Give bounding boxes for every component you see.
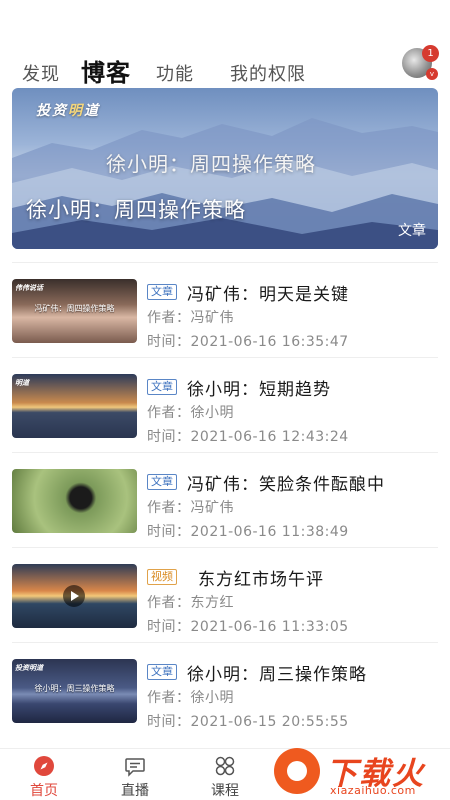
notification-badge: 1	[422, 45, 439, 62]
article-title[interactable]: 东方红市场午评	[198, 565, 324, 590]
tab-blog[interactable]: 博客	[81, 53, 131, 88]
nav-course-label: 课程	[211, 783, 239, 799]
banner-overlay-title: 徐小明：周四操作策略	[106, 152, 316, 176]
list-item[interactable]: 明道 文章 徐小明：短期趋势 作者：徐小明 时间：2021-06-16 12:4…	[12, 357, 438, 452]
thumbnail-text: 徐小明：周三操作策略	[34, 684, 115, 693]
nav-live[interactable]: 直播	[105, 755, 165, 800]
banner-type-label: 文章	[398, 223, 426, 239]
article-author: 作者：徐小明	[147, 405, 234, 421]
article-author: 作者：冯矿伟	[147, 310, 234, 326]
banner-title: 徐小明：周四操作策略	[26, 198, 246, 222]
banner-logo: 投资明道	[36, 103, 100, 119]
article-thumbnail: 伟伟说话 冯矿伟：周四操作策略	[12, 279, 137, 343]
article-author: 作者：冯矿伟	[147, 500, 234, 516]
list-item[interactable]: 伟伟说话 冯矿伟：周四操作策略 文章 冯矿伟：明天是关键 作者：冯矿伟 时间：2…	[12, 262, 438, 357]
list-item[interactable]: 文章 冯矿伟：笑脸条件酝酿中 作者：冯矿伟 时间：2021-06-16 11:3…	[12, 452, 438, 547]
top-tab-bar: 发现 博客 功能 我的权限 1 v	[0, 0, 450, 88]
article-title[interactable]: 徐小明：短期趋势	[187, 375, 331, 400]
article-thumbnail: 投资明道 徐小明：周三操作策略	[12, 659, 137, 723]
tag-badge: 文章	[147, 474, 177, 490]
article-title[interactable]: 冯矿伟：笑脸条件酝酿中	[187, 470, 385, 495]
article-author: 作者：徐小明	[147, 690, 234, 706]
article-author: 作者：东方红	[147, 595, 234, 611]
article-thumbnail	[12, 469, 137, 533]
thumbnail-brand: 明道	[15, 379, 29, 387]
watermark: 下载火 xiazaihuo.com	[270, 744, 450, 800]
article-time: 时间：2021-06-16 12:43:24	[147, 429, 349, 445]
thumbnail-brand: 伟伟说话	[15, 284, 43, 292]
play-icon[interactable]	[63, 585, 85, 607]
article-thumbnail: 明道	[12, 374, 137, 438]
thumbnail-brand: 投资明道	[15, 664, 43, 672]
tab-discover[interactable]: 发现	[22, 60, 60, 86]
article-time: 时间：2021-06-15 20:55:55	[147, 714, 349, 730]
article-time: 时间：2021-06-16 11:33:05	[147, 619, 349, 635]
tag-badge: 视频	[147, 569, 177, 585]
grid-icon	[215, 756, 235, 776]
nav-course[interactable]: 课程	[195, 755, 255, 800]
article-thumbnail	[12, 564, 137, 628]
flame-icon	[274, 748, 320, 794]
article-time: 时间：2021-06-16 16:35:47	[147, 334, 349, 350]
watermark-url: xiazaihuo.com	[330, 784, 416, 797]
tag-badge: 文章	[147, 664, 177, 680]
tab-my-permissions[interactable]: 我的权限	[230, 60, 306, 86]
article-title[interactable]: 冯矿伟：明天是关键	[187, 280, 349, 305]
compass-icon	[34, 756, 54, 776]
thumbnail-text: 冯矿伟：周四操作策略	[34, 304, 115, 313]
nav-live-label: 直播	[121, 783, 149, 799]
article-time: 时间：2021-06-16 11:38:49	[147, 524, 349, 540]
vip-icon: v	[426, 68, 438, 80]
tag-badge: 文章	[147, 284, 177, 300]
list-item[interactable]: 视频 东方红市场午评 作者：东方红 时间：2021-06-16 11:33:05	[12, 547, 438, 642]
list-item[interactable]: 投资明道 徐小明：周三操作策略 文章 徐小明：周三操作策略 作者：徐小明 时间：…	[12, 642, 438, 737]
tag-badge: 文章	[147, 379, 177, 395]
nav-home-label: 首页	[30, 783, 58, 799]
chat-bubble-icon	[125, 758, 145, 777]
tab-functions[interactable]: 功能	[156, 60, 194, 86]
article-title[interactable]: 徐小明：周三操作策略	[187, 660, 367, 685]
featured-banner[interactable]: 投资明道 徐小明：周四操作策略 徐小明：周四操作策略 文章	[12, 88, 438, 249]
nav-home[interactable]: 首页	[14, 755, 74, 800]
